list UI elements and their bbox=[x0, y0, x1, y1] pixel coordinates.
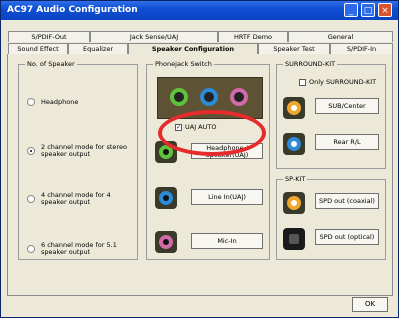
tab-general[interactable]: General bbox=[288, 31, 393, 42]
close-icon[interactable]: × bbox=[378, 3, 392, 17]
4-channel-label: 4 channel mode for 4 speaker output bbox=[41, 191, 111, 206]
pink-jack-icon bbox=[230, 88, 248, 106]
speaker-count-label: No. of Speaker bbox=[25, 60, 77, 68]
tab-equalizer[interactable]: Equalizer bbox=[68, 43, 128, 54]
radio-4-channel[interactable] bbox=[27, 195, 35, 203]
surround-kit-group: SURROUND-KIT Only SURROUND-KIT SUB/Cente… bbox=[276, 60, 386, 169]
radio-6-channel[interactable] bbox=[27, 245, 35, 253]
tab-speaker-test[interactable]: Speaker Test bbox=[258, 43, 330, 54]
line-in-jack-icon bbox=[155, 187, 177, 209]
tab-jack-sense[interactable]: Jack Sense/UAJ bbox=[90, 31, 218, 42]
line-in-uaj-button[interactable]: Line In(UAJ) bbox=[191, 189, 263, 205]
red-highlight-circle bbox=[158, 110, 266, 156]
sp-kit-label: SP-KIT bbox=[283, 175, 308, 183]
lime-jack-icon bbox=[170, 88, 188, 106]
radio-headphone[interactable] bbox=[27, 98, 35, 106]
surround-kit-label: SURROUND-KIT bbox=[283, 60, 338, 68]
6-channel-label: 6 channel mode for 5.1 speaker output bbox=[41, 241, 117, 256]
spd-out-optical-button[interactable]: SPD out (optical) bbox=[315, 229, 379, 245]
tab-speaker-configuration[interactable]: Speaker Configuration bbox=[128, 43, 258, 54]
spd-out-coaxial-button[interactable]: SPD out (coaxial) bbox=[315, 193, 379, 209]
2-channel-label: 2 channel mode for stereo speaker output bbox=[41, 143, 127, 158]
spd-coaxial-jack-icon bbox=[283, 192, 305, 214]
tab-content-panel: No. of Speaker Headphone 2 channel mode … bbox=[7, 54, 393, 296]
mic-in-button[interactable]: Mic-In bbox=[191, 233, 263, 249]
only-surround-kit-checkbox[interactable] bbox=[299, 79, 306, 86]
radio-2-channel[interactable] bbox=[27, 147, 35, 155]
phonejack-switch-group: Phonejack Switch ✓ UAJ AUTO Headphone / … bbox=[146, 60, 270, 260]
tab-spdif-in[interactable]: S/PDIF-In bbox=[330, 43, 393, 54]
sub-center-button[interactable]: SUB/Center bbox=[315, 98, 379, 114]
tab-spdif-out[interactable]: S/PDIF-Out bbox=[8, 31, 90, 42]
minimize-icon[interactable]: _ bbox=[344, 3, 358, 17]
blue-jack-icon bbox=[200, 88, 218, 106]
only-surround-kit-label: Only SURROUND-KIT bbox=[309, 78, 377, 86]
sp-kit-group: SP-KIT SPD out (coaxial) SPD out (optica… bbox=[276, 175, 386, 260]
rear-rl-jack-icon bbox=[283, 133, 305, 155]
maximize-icon[interactable]: □ bbox=[361, 3, 375, 17]
phonejack-switch-label: Phonejack Switch bbox=[153, 60, 214, 68]
window-title: AC97 Audio Configuration bbox=[7, 5, 138, 15]
tab-row-bottom: Sound Effect Equalizer Speaker Configura… bbox=[8, 43, 393, 54]
tab-sound-effect[interactable]: Sound Effect bbox=[8, 43, 68, 54]
tab-hrtf-demo[interactable]: HRTF Demo bbox=[218, 31, 288, 42]
ok-button[interactable]: OK bbox=[352, 297, 388, 312]
tab-row-top: S/PDIF-Out Jack Sense/UAJ HRTF Demo Gene… bbox=[8, 31, 393, 42]
speaker-count-group: No. of Speaker Headphone 2 channel mode … bbox=[18, 60, 138, 260]
headphone-label: Headphone bbox=[41, 98, 79, 106]
sub-center-jack-icon bbox=[283, 97, 305, 119]
rear-rl-button[interactable]: Rear R/L bbox=[315, 134, 379, 150]
mic-in-jack-icon bbox=[155, 231, 177, 253]
title-bar[interactable]: AC97 Audio Configuration _ □ × bbox=[1, 1, 398, 20]
spd-optical-jack-icon bbox=[283, 228, 305, 250]
